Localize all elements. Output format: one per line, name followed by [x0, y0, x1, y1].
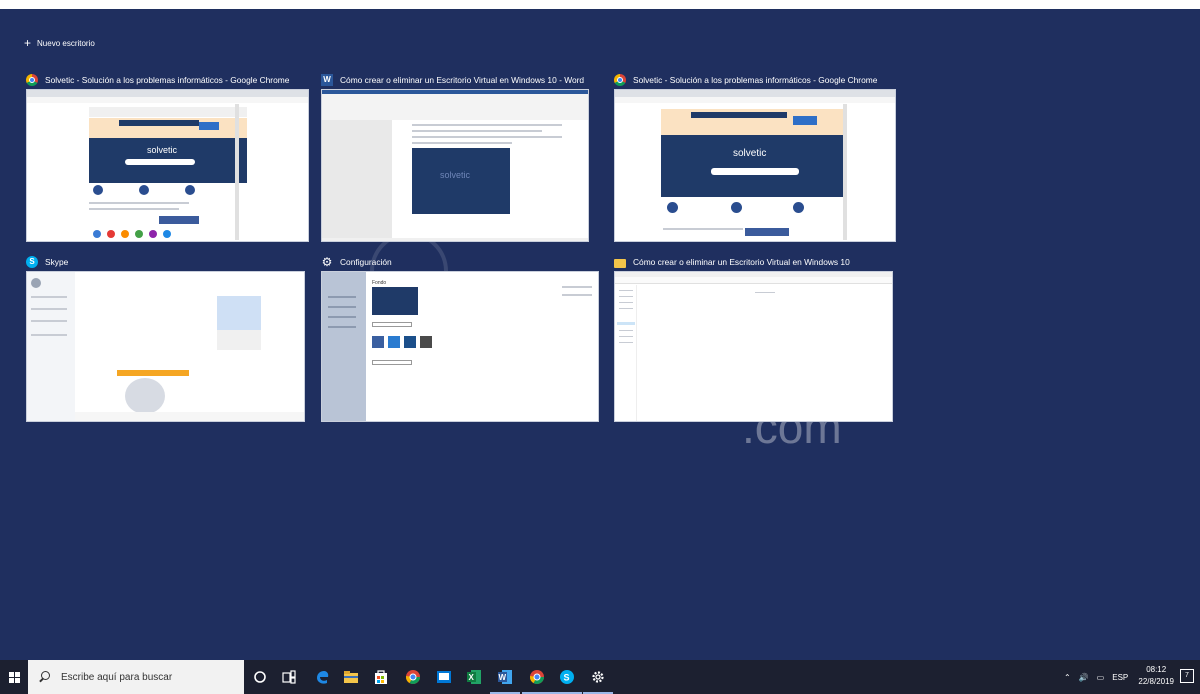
new-desktop-label: Nuevo escritorio	[37, 38, 95, 48]
store-icon[interactable]	[370, 666, 392, 688]
clock-date: 22/8/2019	[1138, 677, 1174, 686]
task-view-icon[interactable]	[278, 666, 300, 688]
window-title-text: Cómo crear o eliminar un Escritorio Virt…	[340, 75, 585, 85]
settings-icon[interactable]	[583, 666, 613, 694]
taskbar: Escribe aquí para buscar X W S ⌃ 🔊 ▭ ESP	[0, 660, 1200, 694]
window-skype[interactable]: S Skype	[26, 254, 305, 424]
notification-count: 7	[1185, 672, 1189, 679]
file-explorer-icon[interactable]	[340, 666, 362, 688]
window-settings[interactable]: ⚙ Configuración Fondo	[321, 254, 599, 424]
chrome-icon	[26, 74, 38, 86]
network-icon[interactable]: ▭	[1097, 673, 1105, 682]
plus-icon: +	[24, 36, 32, 50]
window-thumbnail[interactable]: solvetic	[614, 89, 896, 242]
window-file-explorer[interactable]: Cómo crear o eliminar un Escritorio Virt…	[614, 254, 893, 424]
chrome-icon[interactable]	[522, 666, 552, 694]
window-title-text: Cómo crear o eliminar un Escritorio Virt…	[633, 257, 850, 267]
window-chrome-1[interactable]: Solvetic - Solución a los problemas info…	[26, 72, 309, 244]
skype-icon: S	[26, 256, 38, 268]
windows-logo-icon	[8, 671, 20, 683]
svg-text:S: S	[564, 673, 570, 683]
window-thumbnail[interactable]: solvetic	[26, 89, 309, 242]
excel-icon[interactable]: X	[463, 666, 485, 688]
window-title: Cómo crear o eliminar un Escritorio Virt…	[614, 254, 850, 270]
settings-heading: Fondo	[372, 280, 387, 286]
search-placeholder: Escribe aquí para buscar	[61, 671, 173, 683]
task-view-desktop: + Nuevo escritorio .com Solvetic - Soluc…	[0, 0, 1200, 694]
edge-icon[interactable]	[311, 666, 333, 688]
window-title-text: Solvetic - Solución a los problemas info…	[45, 75, 290, 85]
word-icon: W	[321, 74, 333, 86]
svg-text:W: W	[499, 673, 507, 682]
volume-icon[interactable]: 🔊	[1079, 673, 1089, 682]
folder-icon	[614, 258, 626, 268]
window-thumbnail[interactable]: Fondo	[321, 271, 599, 422]
solvetic-logo: solvetic	[147, 145, 178, 155]
language-indicator[interactable]: ESP	[1112, 673, 1128, 682]
window-title-text: Skype	[45, 257, 69, 267]
window-title-text: Configuración	[340, 257, 392, 267]
window-thumbnail[interactable]: solvetic	[321, 89, 589, 242]
search-icon	[38, 671, 50, 683]
system-tray: ⌃ 🔊 ▭ ESP	[1064, 660, 1134, 694]
search-box[interactable]: Escribe aquí para buscar	[28, 660, 244, 694]
gear-icon: ⚙	[321, 255, 333, 269]
window-thumbnail[interactable]	[614, 271, 893, 422]
window-title: Solvetic - Solución a los problemas info…	[26, 72, 289, 88]
solvetic-logo: solvetic	[733, 148, 767, 159]
notification-center-button[interactable]: 7	[1180, 669, 1194, 683]
window-title: Solvetic - Solución a los problemas info…	[614, 72, 877, 88]
word-icon[interactable]: W	[490, 666, 520, 694]
clock-time: 08:12	[1146, 665, 1167, 674]
top-strip	[0, 0, 1200, 9]
new-desktop-button[interactable]: + Nuevo escritorio	[24, 36, 95, 50]
skype-icon[interactable]: S	[552, 666, 582, 694]
window-title: S Skype	[26, 254, 68, 270]
svg-text:X: X	[469, 673, 475, 682]
window-title: ⚙ Configuración	[321, 254, 392, 270]
start-button[interactable]	[0, 660, 28, 694]
chrome-icon	[614, 74, 626, 86]
window-title: W Cómo crear o eliminar un Escritorio Vi…	[321, 72, 584, 88]
chevron-up-icon[interactable]: ⌃	[1064, 673, 1071, 682]
window-thumbnail[interactable]	[26, 271, 305, 422]
solvetic-logo: solvetic	[440, 170, 471, 180]
window-title-text: Solvetic - Solución a los problemas info…	[633, 75, 878, 85]
mail-icon[interactable]	[433, 666, 455, 688]
window-word[interactable]: W Cómo crear o eliminar un Escritorio Vi…	[321, 72, 589, 244]
clock[interactable]: 08:12 22/8/2019	[1138, 664, 1174, 688]
window-chrome-2[interactable]: Solvetic - Solución a los problemas info…	[614, 72, 896, 244]
cortana-icon[interactable]	[249, 666, 271, 688]
chrome-icon[interactable]	[402, 666, 424, 688]
